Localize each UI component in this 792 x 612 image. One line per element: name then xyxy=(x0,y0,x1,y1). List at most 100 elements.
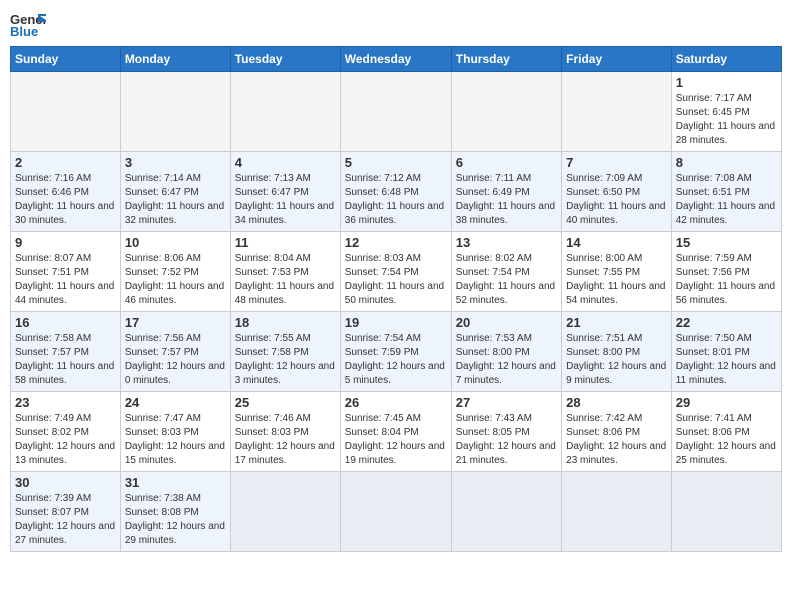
calendar-cell xyxy=(340,72,451,152)
calendar-cell: 2 Sunrise: 7:16 AM Sunset: 6:46 PM Daylig… xyxy=(11,152,121,232)
calendar-cell: 11 Sunrise: 8:04 AM Sunset: 7:53 PM Dayli… xyxy=(230,232,340,312)
logo: General Blue xyxy=(10,10,46,38)
day-number: 29 xyxy=(676,395,777,410)
calendar-week-row: 2 Sunrise: 7:16 AM Sunset: 6:46 PM Daylig… xyxy=(11,152,782,232)
calendar-cell: 17 Sunrise: 7:56 AM Sunset: 7:57 PM Dayli… xyxy=(120,312,230,392)
calendar-cell: 8 Sunrise: 7:08 AM Sunset: 6:51 PM Daylig… xyxy=(671,152,781,232)
day-info: Sunrise: 7:55 AM Sunset: 7:58 PM Dayligh… xyxy=(235,332,336,388)
calendar-cell: 19 Sunrise: 7:54 AM Sunset: 7:59 PM Dayli… xyxy=(340,312,451,392)
day-info: Sunrise: 7:08 AM Sunset: 6:51 PM Dayligh… xyxy=(676,172,777,228)
day-number: 1 xyxy=(676,75,777,90)
day-number: 24 xyxy=(125,395,226,410)
calendar-cell xyxy=(340,472,451,552)
calendar-cell: 24Sunrise: 7:47 AM Sunset: 8:03 PM Dayli… xyxy=(120,392,230,472)
day-number: 30 xyxy=(15,475,116,490)
day-number: 2 xyxy=(15,155,116,170)
day-number: 11 xyxy=(235,235,336,250)
day-number: 12 xyxy=(345,235,447,250)
calendar-week-row: 1Sunrise: 7:17 AM Sunset: 6:45 PM Daylig… xyxy=(11,72,782,152)
calendar-cell: 5 Sunrise: 7:12 AM Sunset: 6:48 PM Daylig… xyxy=(340,152,451,232)
day-info: Sunrise: 7:53 AM Sunset: 8:00 PM Dayligh… xyxy=(456,332,557,388)
day-info: Sunrise: 8:00 AM Sunset: 7:55 PM Dayligh… xyxy=(566,252,667,308)
day-info: Sunrise: 7:43 AM Sunset: 8:05 PM Dayligh… xyxy=(456,412,557,468)
day-info: Sunrise: 7:58 AM Sunset: 7:57 PM Dayligh… xyxy=(15,332,116,388)
day-info: Sunrise: 8:07 AM Sunset: 7:51 PM Dayligh… xyxy=(15,252,116,308)
day-number: 17 xyxy=(125,315,226,330)
generalblue-logo-icon: General Blue xyxy=(10,10,46,38)
calendar-cell xyxy=(451,472,561,552)
calendar-cell: 21 Sunrise: 7:51 AM Sunset: 8:00 PM Dayli… xyxy=(562,312,672,392)
day-info: Sunrise: 8:03 AM Sunset: 7:54 PM Dayligh… xyxy=(345,252,447,308)
calendar-cell: 23Sunrise: 7:49 AM Sunset: 8:02 PM Dayli… xyxy=(11,392,121,472)
calendar-header-tuesday: Tuesday xyxy=(230,47,340,72)
day-info: Sunrise: 7:13 AM Sunset: 6:47 PM Dayligh… xyxy=(235,172,336,228)
calendar-header-row: SundayMondayTuesdayWednesdayThursdayFrid… xyxy=(11,47,782,72)
calendar-header-saturday: Saturday xyxy=(671,47,781,72)
day-number: 4 xyxy=(235,155,336,170)
day-number: 26 xyxy=(345,395,447,410)
day-number: 5 xyxy=(345,155,447,170)
day-info: Sunrise: 8:04 AM Sunset: 7:53 PM Dayligh… xyxy=(235,252,336,308)
calendar-cell: 20 Sunrise: 7:53 AM Sunset: 8:00 PM Dayli… xyxy=(451,312,561,392)
day-info: Sunrise: 7:56 AM Sunset: 7:57 PM Dayligh… xyxy=(125,332,226,388)
calendar-week-row: 30 Sunrise: 7:39 AM Sunset: 8:07 PM Dayli… xyxy=(11,472,782,552)
calendar-header-wednesday: Wednesday xyxy=(340,47,451,72)
day-number: 7 xyxy=(566,155,667,170)
calendar-cell xyxy=(671,472,781,552)
calendar-cell xyxy=(120,72,230,152)
calendar-header-monday: Monday xyxy=(120,47,230,72)
calendar-cell: 6Sunrise: 7:11 AM Sunset: 6:49 PM Daylig… xyxy=(451,152,561,232)
day-number: 20 xyxy=(456,315,557,330)
day-number: 22 xyxy=(676,315,777,330)
day-info: Sunrise: 7:38 AM Sunset: 8:08 PM Dayligh… xyxy=(125,492,226,548)
calendar-cell: 9 Sunrise: 8:07 AM Sunset: 7:51 PM Daylig… xyxy=(11,232,121,312)
day-info: Sunrise: 7:42 AM Sunset: 8:06 PM Dayligh… xyxy=(566,412,667,468)
calendar-cell: 18 Sunrise: 7:55 AM Sunset: 7:58 PM Dayli… xyxy=(230,312,340,392)
calendar-cell: 26 Sunrise: 7:45 AM Sunset: 8:04 PM Dayli… xyxy=(340,392,451,472)
day-number: 21 xyxy=(566,315,667,330)
calendar-header-thursday: Thursday xyxy=(451,47,561,72)
calendar-cell: 10Sunrise: 8:06 AM Sunset: 7:52 PM Dayli… xyxy=(120,232,230,312)
calendar-cell: 7 Sunrise: 7:09 AM Sunset: 6:50 PM Daylig… xyxy=(562,152,672,232)
day-number: 19 xyxy=(345,315,447,330)
day-info: Sunrise: 7:51 AM Sunset: 8:00 PM Dayligh… xyxy=(566,332,667,388)
calendar-cell: 31 Sunrise: 7:38 AM Sunset: 8:08 PM Dayli… xyxy=(120,472,230,552)
calendar-cell xyxy=(562,472,672,552)
calendar-cell: 13Sunrise: 8:02 AM Sunset: 7:54 PM Dayli… xyxy=(451,232,561,312)
day-info: Sunrise: 7:39 AM Sunset: 8:07 PM Dayligh… xyxy=(15,492,116,548)
calendar-cell: 22 Sunrise: 7:50 AM Sunset: 8:01 PM Dayli… xyxy=(671,312,781,392)
calendar-cell: 16Sunrise: 7:58 AM Sunset: 7:57 PM Dayli… xyxy=(11,312,121,392)
calendar-cell: 25Sunrise: 7:46 AM Sunset: 8:03 PM Dayli… xyxy=(230,392,340,472)
header: General Blue xyxy=(10,10,782,38)
day-number: 31 xyxy=(125,475,226,490)
day-number: 8 xyxy=(676,155,777,170)
calendar-cell xyxy=(230,472,340,552)
day-number: 18 xyxy=(235,315,336,330)
calendar-cell: 4 Sunrise: 7:13 AM Sunset: 6:47 PM Daylig… xyxy=(230,152,340,232)
day-info: Sunrise: 7:49 AM Sunset: 8:02 PM Dayligh… xyxy=(15,412,116,468)
calendar-week-row: 9 Sunrise: 8:07 AM Sunset: 7:51 PM Daylig… xyxy=(11,232,782,312)
day-info: Sunrise: 7:12 AM Sunset: 6:48 PM Dayligh… xyxy=(345,172,447,228)
calendar-header-sunday: Sunday xyxy=(11,47,121,72)
day-info: Sunrise: 7:09 AM Sunset: 6:50 PM Dayligh… xyxy=(566,172,667,228)
day-info: Sunrise: 7:16 AM Sunset: 6:46 PM Dayligh… xyxy=(15,172,116,228)
calendar-cell: 30 Sunrise: 7:39 AM Sunset: 8:07 PM Dayli… xyxy=(11,472,121,552)
day-number: 9 xyxy=(15,235,116,250)
day-number: 27 xyxy=(456,395,557,410)
calendar-cell xyxy=(562,72,672,152)
day-info: Sunrise: 8:02 AM Sunset: 7:54 PM Dayligh… xyxy=(456,252,557,308)
day-info: Sunrise: 7:11 AM Sunset: 6:49 PM Dayligh… xyxy=(456,172,557,228)
day-info: Sunrise: 7:45 AM Sunset: 8:04 PM Dayligh… xyxy=(345,412,447,468)
calendar-cell xyxy=(451,72,561,152)
calendar-header-friday: Friday xyxy=(562,47,672,72)
calendar-week-row: 16Sunrise: 7:58 AM Sunset: 7:57 PM Dayli… xyxy=(11,312,782,392)
day-number: 15 xyxy=(676,235,777,250)
calendar-cell xyxy=(11,72,121,152)
day-number: 10 xyxy=(125,235,226,250)
day-info: Sunrise: 7:59 AM Sunset: 7:56 PM Dayligh… xyxy=(676,252,777,308)
calendar-cell: 3Sunrise: 7:14 AM Sunset: 6:47 PM Daylig… xyxy=(120,152,230,232)
day-number: 3 xyxy=(125,155,226,170)
svg-text:Blue: Blue xyxy=(10,24,38,38)
day-info: Sunrise: 7:54 AM Sunset: 7:59 PM Dayligh… xyxy=(345,332,447,388)
day-info: Sunrise: 7:50 AM Sunset: 8:01 PM Dayligh… xyxy=(676,332,777,388)
